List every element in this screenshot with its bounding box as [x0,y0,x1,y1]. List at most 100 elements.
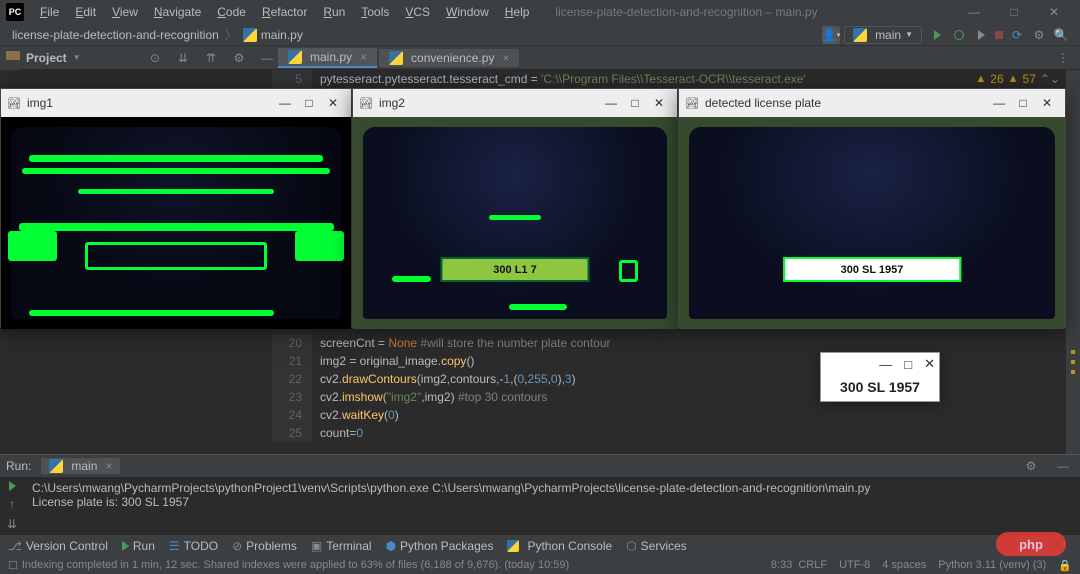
menu-tools[interactable]: Tools [353,5,397,19]
popup-minimize-button[interactable]: — [273,96,297,110]
todo-tab[interactable]: ☰TODO [169,539,218,553]
run-tab[interactable]: Run [122,539,155,553]
chevron-down-icon[interactable]: ▼ [73,53,81,62]
ocr-result-window[interactable]: — □ ✕ 300 SL 1957 [820,352,940,402]
version-control-tab[interactable]: ⎇Version Control [8,539,108,553]
menu-window[interactable]: Window [438,5,497,19]
window-minimize-button[interactable]: — [954,5,994,19]
menu-file[interactable]: File [32,5,67,19]
breadcrumb-root[interactable]: license-plate-detection-and-recognition [8,28,223,42]
settings-icon[interactable]: ⚙ [231,50,247,66]
encoding[interactable]: UTF-8 [839,559,870,571]
file-tab-convenience[interactable]: convenience.py × [379,49,519,67]
menu-navigate[interactable]: Navigate [146,5,209,19]
menu-edit[interactable]: Edit [67,5,104,19]
popup-maximize-button[interactable]: □ [297,96,321,110]
select-opened-file-icon[interactable]: ⊙ [147,50,163,66]
popup-titlebar[interactable]: 🏞 img1 — □ ✕ [1,89,351,117]
stop-button[interactable] [995,31,1003,39]
breadcrumb-file[interactable]: main.py [239,28,307,42]
rerun-button[interactable] [9,481,16,491]
warning-count-b[interactable]: 57 [1023,70,1036,88]
file-tab-main[interactable]: main.py × [278,48,377,68]
popup-img1[interactable]: 🏞 img1 — □ ✕ [0,88,352,328]
code-text[interactable]: screenCnt = None #will store the number … [312,334,1066,352]
close-icon[interactable]: × [105,459,112,473]
problems-tab[interactable]: ⊘Problems [232,539,297,553]
menu-run[interactable]: Run [315,5,353,19]
popup-maximize-button[interactable]: □ [1011,96,1035,110]
menu-refactor[interactable]: Refactor [254,5,315,19]
code-text[interactable]: count=0 [312,424,1066,442]
project-panel-label[interactable]: Project [26,51,67,65]
run-config-selector[interactable]: main ▼ [844,26,922,44]
popup-minimize-button[interactable]: — [599,96,623,110]
search-icon[interactable]: 🔍 [1053,27,1069,43]
popup-close-button[interactable]: ✕ [321,96,345,110]
expand-all-icon[interactable]: ⇊ [175,50,191,66]
popup-titlebar[interactable]: 🏞 detected license plate — □ ✕ [679,89,1065,117]
popup-close-button[interactable]: ✕ [1035,96,1059,110]
popup-maximize-button[interactable]: □ [623,96,647,110]
settings-icon[interactable]: ⚙ [1031,27,1047,43]
code-line[interactable]: 22cv2.drawContours(img2,contours,-1,(0,2… [272,370,1066,388]
ocr-titlebar[interactable]: — □ ✕ [821,353,939,375]
window-maximize-button[interactable]: □ [994,5,1034,19]
services-tab[interactable]: ⬡Services [626,539,687,553]
settings-icon[interactable]: ⚙ [1023,458,1039,474]
menu-view[interactable]: View [104,5,146,19]
code-text[interactable]: cv2.imshow("img2",img2) #top 30 contours [312,388,1066,406]
code-line[interactable]: 21img2 = original_image.copy() [272,352,1066,370]
code-with-me-icon[interactable]: 👤▾ [822,26,840,44]
ocr-minimize-button[interactable]: — [879,357,892,372]
close-tab-icon[interactable]: × [360,50,367,64]
python-console-tab[interactable]: Python Console [507,539,612,553]
line-ending[interactable]: CRLF [798,559,827,571]
indent[interactable]: 4 spaces [882,559,926,571]
popup-detected[interactable]: 🏞 detected license plate — □ ✕ 300 SL 19… [678,88,1066,328]
window-close-button[interactable]: ✕ [1034,5,1074,19]
code-line[interactable]: 20screenCnt = None #will store the numbe… [272,334,1066,352]
stop-button[interactable]: ↑ [9,497,15,511]
editor-right-gutter[interactable] [1066,70,1080,454]
popup-titlebar[interactable]: 🏞 img2 — □ ✕ [353,89,677,117]
code-text[interactable]: cv2.waitKey(0) [312,406,1066,424]
ocr-maximize-button[interactable]: □ [904,357,912,372]
cursor-position[interactable]: 8:33 [771,559,792,571]
python-interpreter[interactable]: Python 3.11 (venv) (3) [938,559,1046,571]
debug-button[interactable] [951,27,967,43]
warning-icon[interactable]: ▲ [975,70,986,88]
status-message: Indexing completed in 1 min, 12 sec. Sha… [22,559,569,571]
run-button[interactable] [929,27,945,43]
python-packages-tab[interactable]: ⬢Python Packages [386,539,494,553]
warning-icon[interactable]: ▲ [1008,70,1019,88]
run-more-button[interactable] [973,27,989,43]
run-config-name: main [71,459,97,473]
hide-panel-icon[interactable]: — [1055,458,1071,474]
popup-minimize-button[interactable]: — [987,96,1011,110]
scroll-indicator-icon[interactable]: ⌃⌄ [1040,70,1060,88]
code-line[interactable]: 24cv2.waitKey(0) [272,406,1066,424]
hide-panel-icon[interactable]: — [259,50,275,66]
code-line[interactable]: 25count=0 [272,424,1066,442]
code-text[interactable]: cv2.drawContours(img2,contours,-1,(0,255… [312,370,1066,388]
menu-help[interactable]: Help [497,5,538,19]
menu-code[interactable]: Code [209,5,254,19]
menu-vcs[interactable]: VCS [397,5,438,19]
down-button[interactable]: ⇊ [7,517,17,531]
update-project-icon[interactable]: ⟳ [1009,27,1025,43]
editor-menu-icon[interactable]: ⋮ [1055,50,1071,66]
breadcrumb-bar: license-plate-detection-and-recognition … [0,24,1080,46]
terminal-tab[interactable]: ▣Terminal [311,539,372,553]
close-tab-icon[interactable]: × [502,51,509,65]
warning-count-a[interactable]: 26 [990,70,1003,88]
popup-close-button[interactable]: ✕ [647,96,671,110]
collapse-all-icon[interactable]: ⇈ [203,50,219,66]
ocr-close-button[interactable]: ✕ [924,356,935,372]
run-config-tab[interactable]: main × [41,458,120,474]
popup-img2[interactable]: 🏞 img2 — □ ✕ 300 L1 7 [352,88,678,328]
lock-icon[interactable]: 🔒 [1058,559,1072,572]
code-text[interactable]: img2 = original_image.copy() [312,352,1066,370]
code-line[interactable]: 23cv2.imshow("img2",img2) #top 30 contou… [272,388,1066,406]
code-line-5[interactable]: pytesseract.pytesseract.tesseract_cmd = … [312,70,969,88]
